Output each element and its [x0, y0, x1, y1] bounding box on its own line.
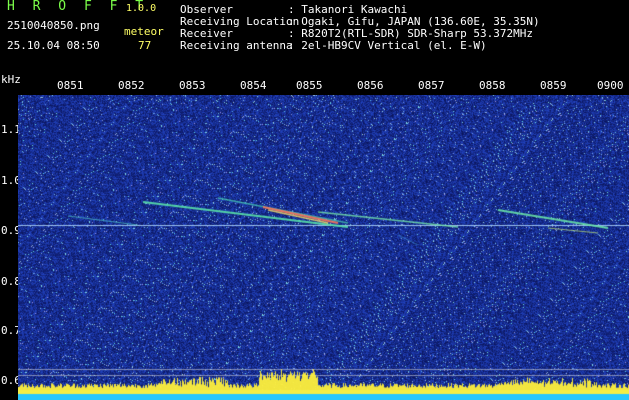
time-tick: 0856 — [357, 79, 384, 92]
time-tick: 0859 — [540, 79, 567, 92]
time-tick: 0857 — [418, 79, 445, 92]
time-tick: 0853 — [179, 79, 206, 92]
info-value-antenna: : 2el-HB9CV Vertical (el. E-W) — [288, 39, 487, 52]
time-tick: 0851 — [57, 79, 84, 92]
frequency-unit-label: kHz — [1, 73, 21, 86]
meteor-label: meteor — [124, 25, 164, 38]
time-tick: 0852 — [118, 79, 145, 92]
time-tick: 0855 — [296, 79, 323, 92]
datetime: 25.10.04 08:50 — [7, 39, 100, 52]
spectrogram-canvas — [18, 95, 629, 400]
file-name: 2510040850.png — [7, 19, 100, 32]
time-tick: 0858 — [479, 79, 506, 92]
info-key-antenna: Receiving antenna — [180, 39, 293, 52]
app-version: 1.0.0 — [126, 3, 157, 14]
time-tick: 0900 — [597, 79, 624, 92]
meteor-count: 77 — [138, 39, 152, 52]
header-panel: H R O F F T 1.0.0 2510040850.png 25.10.0… — [0, 0, 629, 75]
time-tick: 0854 — [240, 79, 267, 92]
